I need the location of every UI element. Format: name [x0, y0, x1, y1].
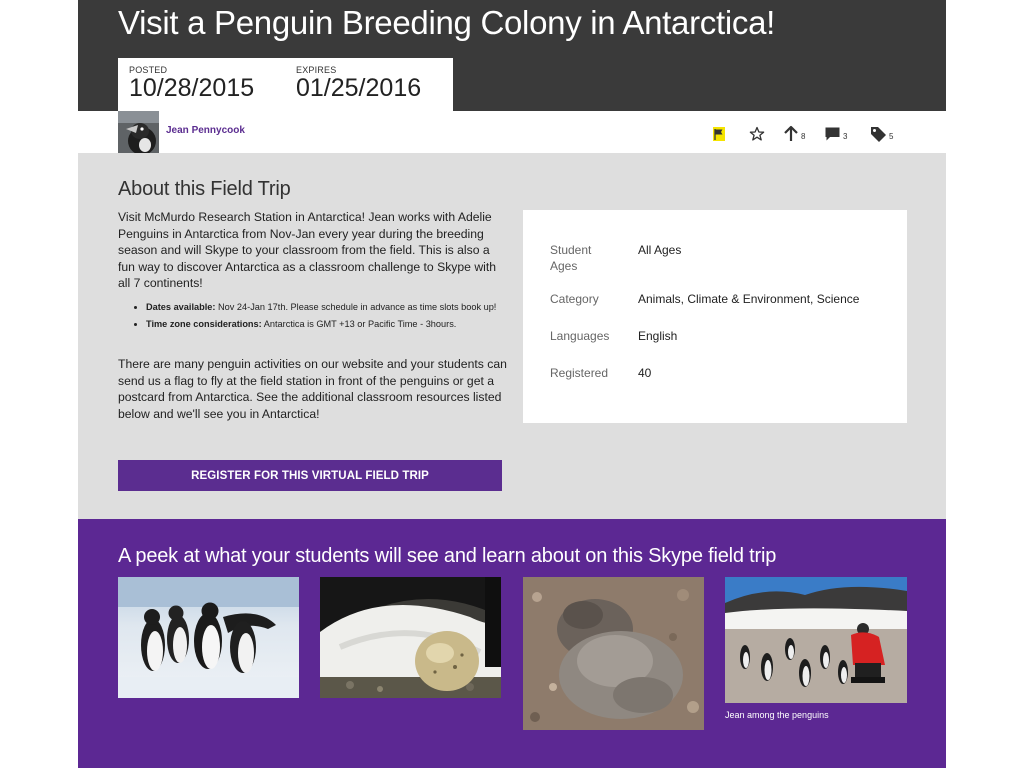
list-item: Dates available: Nov 24-Jan 17th. Please…	[146, 299, 526, 316]
list-item: Time zone considerations: Antarctica is …	[146, 316, 526, 333]
registered-label: Registered	[550, 366, 609, 380]
about-bullets: Dates available: Nov 24-Jan 17th. Please…	[132, 299, 526, 332]
bullet-label: Dates available:	[146, 302, 216, 312]
page: Visit a Penguin Breeding Colony in Antar…	[78, 0, 946, 768]
tag-count: 5	[889, 132, 894, 141]
flag-button[interactable]	[711, 122, 727, 142]
flag-icon	[713, 127, 725, 141]
dates-panel: POSTED 10/28/2015 EXPIRES 01/25/2016	[118, 58, 453, 111]
photo-penguin-chicks[interactable]	[523, 577, 704, 730]
comments-button[interactable]: 3	[824, 122, 847, 142]
upvote-button[interactable]: 8	[783, 122, 805, 142]
bullet-label: Time zone considerations:	[146, 318, 262, 329]
favorite-button[interactable]	[749, 122, 765, 142]
about-section: About this Field Trip Visit McMurdo Rese…	[78, 153, 946, 519]
comment-icon	[825, 127, 840, 141]
avatar[interactable]	[118, 111, 159, 153]
comment-count: 3	[843, 132, 848, 141]
bullet-text: Nov 24-Jan 17th. Please schedule in adva…	[215, 302, 497, 312]
star-icon	[749, 126, 765, 141]
about-paragraph-2: There are many penguin activities on our…	[118, 357, 507, 421]
student-ages-label: Student Ages	[550, 243, 592, 273]
languages-value: English	[638, 329, 678, 343]
languages-label: Languages	[550, 329, 610, 343]
author-link[interactable]: Jean Pennycook	[166, 125, 245, 136]
register-button[interactable]: REGISTER FOR THIS VIRTUAL FIELD TRIP	[118, 460, 502, 491]
header: Visit a Penguin Breeding Colony in Antar…	[78, 0, 946, 111]
posted-date: 10/28/2015	[129, 74, 255, 102]
photo-caption: Jean among the penguins	[725, 710, 829, 720]
expires-block: EXPIRES 01/25/2016	[296, 65, 421, 103]
posted-block: POSTED 10/28/2015	[129, 65, 254, 103]
author-bar: Jean Pennycook 8 3 5	[78, 111, 946, 153]
page-title: Visit a Penguin Breeding Colony in Antar…	[118, 4, 775, 41]
about-heading: About this Field Trip	[118, 178, 291, 200]
expires-date: 01/25/2016	[296, 74, 422, 102]
registered-value: 40	[638, 366, 652, 380]
category-value: Animals, Climate & Environment, Science	[638, 292, 860, 306]
bullet-text: Antarctica is GMT +13 or Pacific Time - …	[261, 318, 457, 329]
upvote-count: 8	[801, 132, 806, 141]
student-ages-value: All Ages	[638, 243, 682, 257]
photo-jean-among-penguins[interactable]	[725, 577, 907, 703]
photo-penguins-on-ice[interactable]	[118, 577, 299, 698]
tags-button[interactable]: 5	[870, 122, 893, 142]
category-label: Category	[550, 292, 599, 306]
details-panel: Student Ages All Ages Category Animals, …	[523, 210, 907, 423]
about-paragraph-1: Visit McMurdo Research Station in Antarc…	[118, 210, 496, 290]
gallery-section: A peek at what your students will see an…	[78, 519, 946, 768]
photo-penguin-egg[interactable]	[320, 577, 501, 698]
arrow-up-icon	[784, 125, 798, 141]
tag-icon	[871, 127, 886, 142]
gallery-heading: A peek at what your students will see an…	[118, 545, 777, 567]
